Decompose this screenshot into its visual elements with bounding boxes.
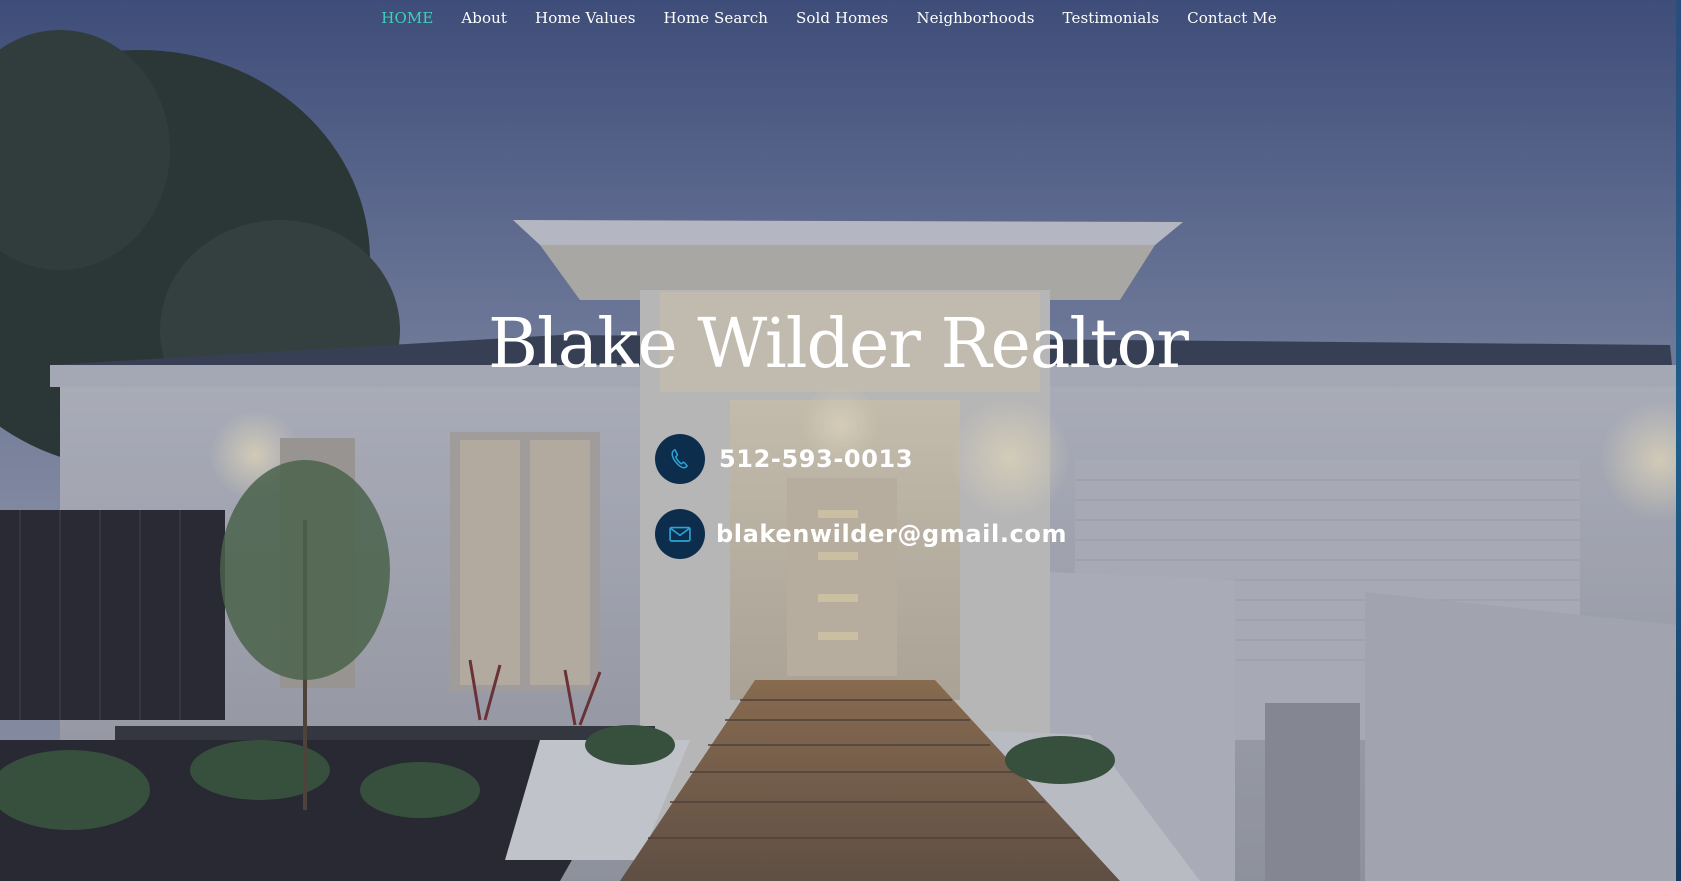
- nav-item-home[interactable]: HOME: [367, 6, 447, 30]
- nav-item-sold-homes[interactable]: Sold Homes: [782, 6, 902, 30]
- phone-contact: 512-593-0013: [655, 434, 913, 484]
- page: HOME About Home Values Home Search Sold …: [0, 0, 1681, 881]
- nav-item-neighborhoods[interactable]: Neighborhoods: [902, 6, 1048, 30]
- nav-item-about[interactable]: About: [447, 6, 521, 30]
- email-contact: blakenwilder@gmail.com: [655, 509, 1067, 559]
- edge-strip: [1676, 0, 1681, 881]
- nav-list: HOME About Home Values Home Search Sold …: [367, 6, 1290, 30]
- nav-item-home-search[interactable]: Home Search: [650, 6, 782, 30]
- phone-number-link[interactable]: 512-593-0013: [719, 445, 913, 473]
- email-link[interactable]: blakenwilder@gmail.com: [716, 520, 1067, 548]
- nav-item-contact-me[interactable]: Contact Me: [1173, 6, 1291, 30]
- nav-item-home-values[interactable]: Home Values: [521, 6, 650, 30]
- page-title: Blake Wilder Realtor: [488, 305, 1189, 384]
- mail-icon[interactable]: [655, 509, 705, 559]
- nav-item-testimonials[interactable]: Testimonials: [1049, 6, 1174, 30]
- phone-icon[interactable]: [655, 434, 705, 484]
- main-nav: HOME About Home Values Home Search Sold …: [0, 6, 1676, 30]
